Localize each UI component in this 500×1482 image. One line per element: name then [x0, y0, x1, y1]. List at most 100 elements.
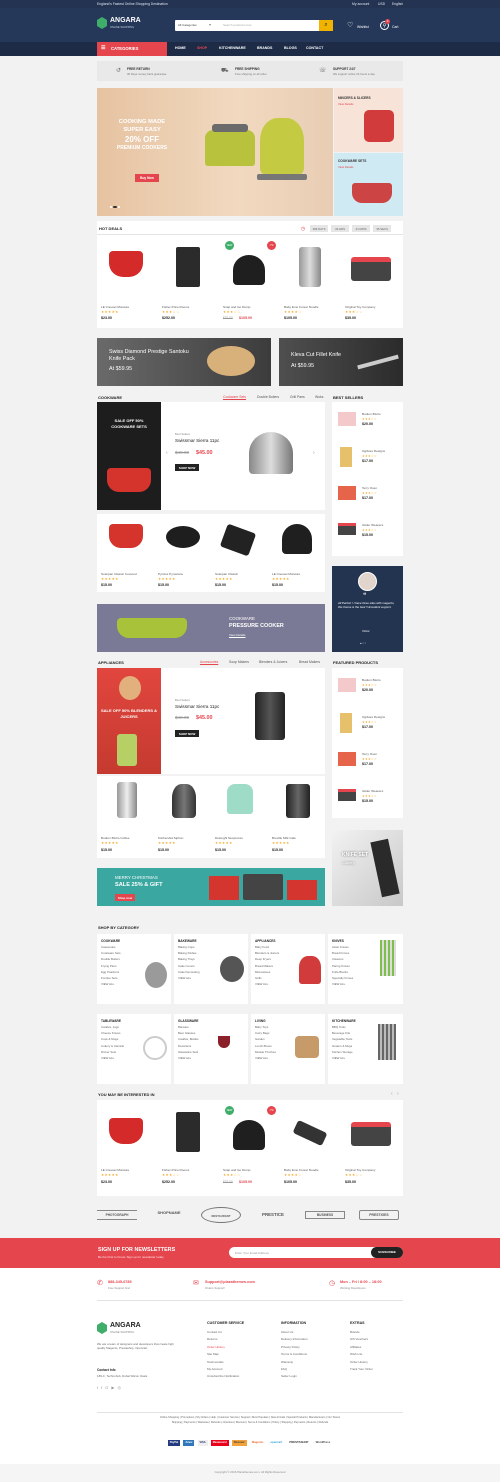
product-card[interactable]: Delonghi Nespresso ★★★★★ $15.00: [213, 778, 269, 856]
list-item[interactable]: Glider Weavers ★★★☆☆ $15.00: [332, 781, 403, 818]
appliances-banner[interactable]: SALE OFF 50% BLENDERS & JUICERS: [97, 668, 161, 774]
footer-link[interactable]: Terms & Conditions: [281, 1351, 345, 1358]
footer-link[interactable]: About Us: [281, 1329, 345, 1336]
footer-link[interactable]: Testimonials: [207, 1359, 277, 1366]
product-name[interactable]: LE Creuset Moisture: [101, 305, 129, 309]
hero-buy-button[interactable]: Buy Now: [135, 174, 159, 182]
language-select[interactable]: English: [392, 2, 403, 6]
footer-link[interactable]: Wish List: [350, 1351, 402, 1358]
category-link[interactable]: VIEW ALL: [178, 1055, 248, 1061]
footer-link[interactable]: Order History: [350, 1359, 402, 1366]
product-card[interactable]: LE Creuset Moisture ★★★★★ $23.00: [99, 241, 157, 326]
pressure-cooker-banner[interactable]: COOKWARE PRESSURE COOKER View Details: [97, 604, 325, 652]
nav-blogs[interactable]: BLOGS: [284, 46, 297, 50]
contact-email[interactable]: Support@plazathemes.com: [205, 1280, 255, 1284]
brand-logo[interactable]: RESTAURANT: [201, 1207, 241, 1223]
product-name[interactable]: Glider Weavers: [362, 523, 383, 527]
footer-link[interactable]: Affiliates: [350, 1344, 402, 1351]
product-name[interactable]: Scanpan Classic: [215, 572, 238, 576]
brand-logo[interactable]: PRESTIGES: [359, 1210, 399, 1220]
product-card[interactable]: NEW -7% Snap and Go Dump ★★★☆☆ $32.00 $1…: [221, 241, 279, 326]
cookware-banner[interactable]: SALE OFF 50% COOKWARE SETS: [97, 402, 161, 510]
side-banner-mincers[interactable]: MINCERS & SLICERS View Details: [334, 88, 403, 152]
banner-link[interactable]: View Details: [229, 633, 245, 637]
tab-double-boilers[interactable]: Double Boilers: [257, 395, 279, 399]
footer-link[interactable]: Brands: [350, 1329, 402, 1336]
product-card[interactable]: Fisher-Price Rooms ★★★☆☆ $252.00: [160, 1106, 218, 1194]
list-item[interactable]: Terry Oven ★★★☆☆ $17.00: [332, 478, 403, 515]
product-name[interactable]: LE Creuset Moisture: [101, 1168, 129, 1172]
category-heading[interactable]: LIVING: [251, 1014, 325, 1024]
product-name[interactable]: Fisher-Price Rooms: [162, 1168, 189, 1172]
tab-woks[interactable]: Woks: [315, 395, 323, 399]
side-banner-link[interactable]: View Details: [338, 165, 353, 169]
nav-contact[interactable]: CONTACT: [306, 46, 323, 50]
product-card[interactable]: LE Creuset Moisture ★★★★★ $23.00: [99, 1106, 157, 1194]
list-item[interactable]: Ogilvies Designs ★★★☆☆ $17.00: [332, 441, 403, 478]
list-item[interactable]: Bodum Bistro ★★★☆☆ $20.00: [332, 404, 403, 441]
brand-logo[interactable]: BUSINESS: [305, 1211, 345, 1219]
featured-name[interactable]: Swissmar Sierra 11pc: [175, 438, 219, 443]
product-card[interactable]: Breville Milk Cafe ★★★★★ $15.00: [270, 778, 326, 856]
product-card[interactable]: LE Creuset Moisture ★★★★★ $15.00: [270, 516, 326, 590]
category-heading[interactable]: KITCHENWARE: [328, 1014, 403, 1024]
chevron-right-icon[interactable]: ›: [397, 1091, 399, 1097]
product-card[interactable]: Scanpan Classic Covered ★★★★★ $15.00: [99, 516, 155, 590]
brand-logo[interactable]: PRESTICE: [253, 1212, 293, 1217]
search-category-select[interactable]: All Categories: [178, 23, 197, 27]
product-name[interactable]: Delonghi Nespresso: [215, 836, 243, 840]
list-item[interactable]: Bodum Bistro ★★★☆☆ $20.00: [332, 670, 403, 707]
product-name[interactable]: KitchenAid Siphon: [158, 836, 183, 840]
nav-brands[interactable]: BRANDS: [257, 46, 272, 50]
product-name[interactable]: Pyrolux Pyrostone: [158, 572, 183, 576]
tab-bread-makers[interactable]: Bread Makers: [299, 660, 320, 664]
product-name[interactable]: Baby Emo Forest Noodle: [284, 1168, 319, 1172]
footer-link[interactable]: Warranty: [281, 1359, 345, 1366]
brand-logo[interactable]: PHOTOGRAPH: [97, 1210, 137, 1220]
footer-link[interactable]: Contact Us: [207, 1329, 277, 1336]
product-card[interactable]: Bodum Bistro Coffee ★★★★★ $15.00: [99, 778, 155, 856]
product-name[interactable]: Fisher-Price Rooms: [162, 305, 189, 309]
product-card[interactable]: Baby Emo Forest Noodle ★★★★☆ $105.00: [282, 241, 340, 326]
email-input[interactable]: Enter Your Email Address: [235, 1251, 269, 1255]
product-card[interactable]: NEW -7% Snap and Go Dump ★★★☆☆ $32.00 $1…: [221, 1106, 279, 1194]
wishlist-link[interactable]: Wishlist: [357, 25, 369, 29]
shop-now-button[interactable]: SHOP NOW: [175, 464, 199, 471]
shop-now-button[interactable]: Shop now: [115, 894, 135, 901]
product-name[interactable]: Bodum Bistro Coffee: [101, 836, 130, 840]
footer-link[interactable]: Privacy Policy: [281, 1344, 345, 1351]
side-banner-link[interactable]: View Details: [338, 102, 353, 106]
list-item[interactable]: Glider Weavers ★★★☆☆ $15.00: [332, 515, 403, 552]
product-name[interactable]: Original Toy Company: [345, 1168, 375, 1172]
product-name[interactable]: Scanpan Classic Covered: [101, 572, 137, 576]
list-item[interactable]: Terry Oven ★★★☆☆ $17.00: [332, 744, 403, 781]
chevron-left-icon[interactable]: ‹: [166, 450, 168, 456]
tab-accessories[interactable]: Accessories: [200, 660, 218, 664]
category-heading[interactable]: TABLEWARE: [97, 1014, 171, 1024]
product-name[interactable]: Bodum Bistro: [362, 412, 381, 416]
product-name[interactable]: Original Toy Company: [345, 305, 375, 309]
category-heading[interactable]: APPLIANCES: [251, 934, 325, 944]
testimonial-dots[interactable]: ● ○ ○: [360, 642, 366, 645]
product-card[interactable]: Scanpan Classic ★★★★★ $15.00: [213, 516, 269, 590]
product-card[interactable]: Pyrolux Pyrostone ★★★★★ $15.00: [156, 516, 212, 590]
product-card[interactable]: Original Toy Company ★★★☆☆ $35.00: [343, 1106, 401, 1194]
product-name[interactable]: Breville Milk Cafe: [272, 836, 296, 840]
tab-blenders-juicers[interactable]: Blenders & Juicers: [259, 660, 287, 664]
side-banner-cookware[interactable]: COOKWARE SETS View Details: [334, 153, 403, 216]
product-name[interactable]: Terry Oven: [362, 486, 377, 490]
category-heading[interactable]: COOKWARE: [97, 934, 171, 944]
footer-link[interactable]: Unsubscribe Notification: [207, 1373, 277, 1380]
category-heading[interactable]: BAKEWARE: [174, 934, 248, 944]
search-input[interactable]: Search products here: [223, 23, 252, 27]
product-name[interactable]: Ogilvies Designs: [362, 449, 385, 453]
categories-button[interactable]: ☰ CATEGORIES: [97, 42, 167, 56]
category-link[interactable]: VIEW ALL: [332, 981, 403, 987]
featured-name[interactable]: Swissmar Sierra 11pc: [175, 704, 219, 709]
contact-phone[interactable]: 888-345-6789: [108, 1280, 132, 1284]
slider-dots[interactable]: [110, 204, 124, 208]
product-name[interactable]: LE Creuset Moisture: [272, 572, 300, 576]
search-button[interactable]: ⌕: [319, 20, 333, 31]
product-card[interactable]: Original Toy Company ★★★☆☆ $35.00: [343, 241, 401, 326]
promo-banner-knife[interactable]: Swiss Diamond Prestige Santoku Knife Pac…: [97, 338, 271, 386]
